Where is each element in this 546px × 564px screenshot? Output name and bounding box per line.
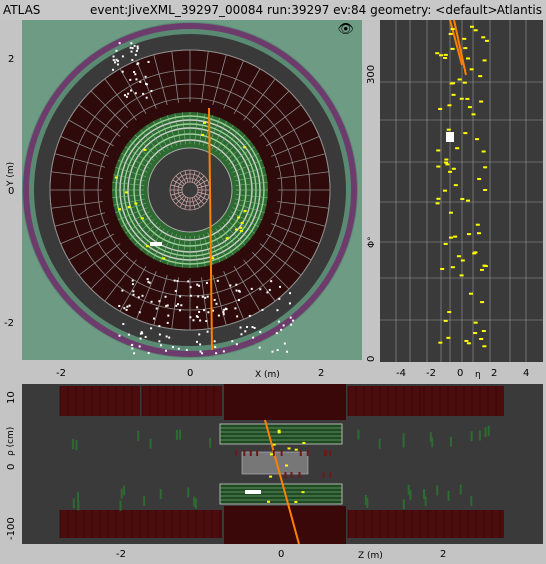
xy-x-tick: 2 [318,368,325,379]
xy-y-tick: 0 [8,186,15,197]
rho-z-canvas[interactable] [22,384,543,544]
eta-tick: 4 [523,368,530,379]
xy-x-axis-title: X (m) [255,370,280,380]
rho-tick: 0 [6,463,17,470]
event-info: event:JiveXML_39297_00084 run:39297 ev:8… [90,3,498,17]
eta-tick: -4 [396,368,406,379]
phi-tick: 300 [366,64,377,84]
xy-y-tick: -2 [4,318,14,329]
rho-tick: 10 [6,391,17,404]
xy-view-panel[interactable]: 👁 [22,20,362,360]
z-tick: 0 [278,549,285,560]
z-tick: 2 [440,549,447,560]
phi-tick: 0 [366,355,377,362]
title-bar: ATLAS event:JiveXML_39297_00084 run:3929… [0,0,546,20]
eta-tick: 2 [491,368,498,379]
xy-y-axis-title: Y (m) [6,161,16,186]
xy-x-tick: -2 [56,368,66,379]
z-tick: -2 [116,549,126,560]
rho-z-view-panel[interactable] [22,384,543,544]
rho-tick: -100 [6,517,17,540]
eye-icon[interactable]: 👁 [337,22,354,37]
eta-tick: 0 [457,368,464,379]
app-brand: Atlantis [496,3,542,17]
eta-axis-title: η [475,370,481,380]
xy-view-canvas[interactable] [22,20,362,360]
app-name: ATLAS [3,3,41,17]
z-axis-title: Z (m) [358,551,383,561]
phi-axis-title: Φ° [367,236,377,248]
phi-eta-canvas[interactable] [380,20,543,362]
eta-tick: -2 [426,368,436,379]
xy-y-tick: 2 [8,54,15,65]
xy-x-tick: 0 [187,368,194,379]
phi-eta-view-panel[interactable] [380,20,543,362]
rho-axis-title: ρ (cm) [6,426,16,456]
